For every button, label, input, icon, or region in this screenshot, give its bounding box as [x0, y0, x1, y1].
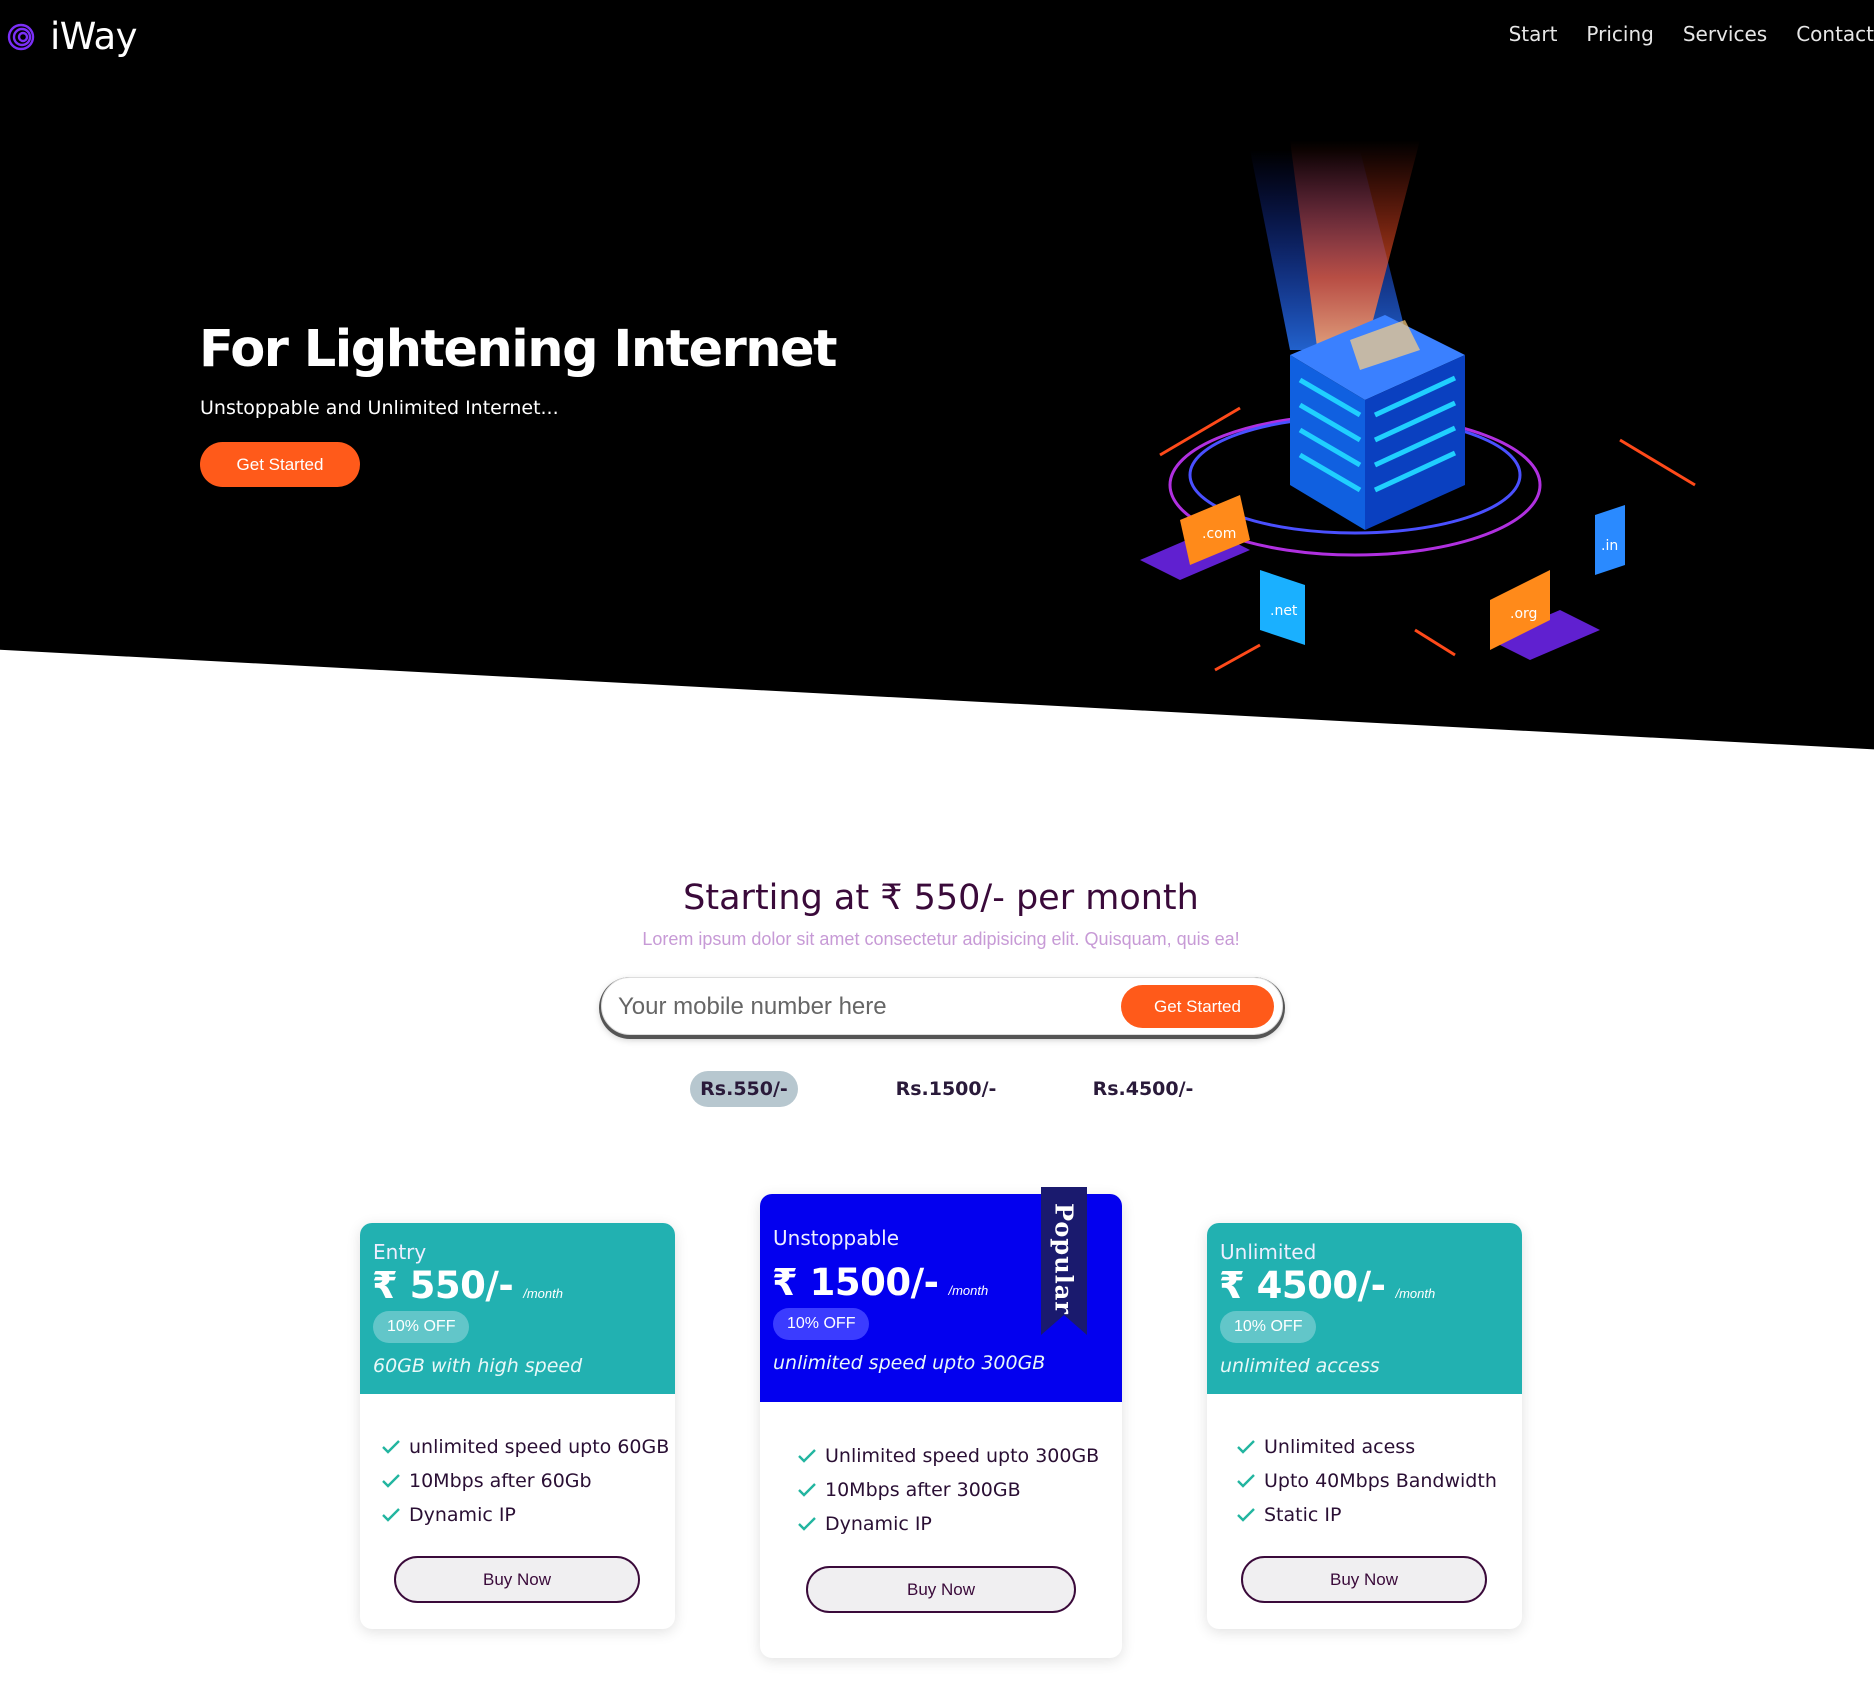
plan-price-row: ₹ 4500/- /month [1219, 1264, 1435, 1307]
check-icon [382, 1474, 400, 1488]
feature-item: 10Mbps after 300GB [798, 1473, 1099, 1507]
feature-item: 10Mbps after 60Gb [382, 1464, 669, 1498]
check-icon [798, 1449, 816, 1463]
nav-start[interactable]: Start [1509, 22, 1558, 46]
plan-card-unlimited: Unlimited ₹ 4500/- /month 10% OFF unlimi… [1207, 1223, 1522, 1629]
server-network-illustration: .com .net .org .in [1140, 140, 1696, 672]
check-icon [798, 1483, 816, 1497]
feature-list: Unlimited speed upto 300GB 10Mbps after … [798, 1439, 1099, 1541]
plan-period: /month [523, 1286, 563, 1301]
feature-item: Dynamic IP [382, 1498, 669, 1532]
pricing-heading: Starting at ₹ 550/- per month [683, 878, 1199, 918]
plan-name: Unstoppable [773, 1226, 900, 1250]
hero-get-started-button[interactable]: Get Started [200, 442, 360, 487]
feature-text: Dynamic IP [409, 1504, 516, 1526]
plan-period: /month [948, 1283, 989, 1298]
feature-list: Unlimited acess Upto 40Mbps Bandwidth St… [1237, 1430, 1497, 1532]
feature-item: Dynamic IP [798, 1507, 1099, 1541]
feature-item: Static IP [1237, 1498, 1497, 1532]
feature-text: Unlimited acess [1264, 1436, 1416, 1458]
plan-tagline: unlimited access [1220, 1355, 1380, 1377]
discount-badge: 10% OFF [373, 1311, 470, 1343]
buy-now-button[interactable]: Buy Now [1241, 1556, 1487, 1603]
price-tab-4500[interactable]: Rs.4500/- [1083, 1071, 1203, 1107]
plan-period: /month [1395, 1286, 1436, 1301]
brand-name: iWay [50, 15, 138, 58]
nav-menu: Start Pricing Services Contact [1480, 22, 1874, 46]
plan-price: ₹ 550/- [372, 1264, 514, 1307]
hero-title: For Lightening Internet [199, 320, 838, 379]
check-icon [1237, 1440, 1255, 1454]
logo-swirl-icon [7, 23, 35, 50]
buy-now-button[interactable]: Buy Now [806, 1566, 1076, 1613]
feature-item: Unlimited speed upto 300GB [798, 1439, 1099, 1473]
popular-ribbon-label: Popular [1049, 1203, 1079, 1315]
feature-list: unlimited speed upto 60GB 10Mbps after 6… [382, 1430, 669, 1532]
illustration-label-in: .in [1601, 538, 1618, 554]
check-icon [798, 1517, 816, 1531]
plan-price: ₹ 1500/- [772, 1261, 939, 1304]
discount-badge: 10% OFF [773, 1308, 870, 1340]
feature-item: unlimited speed upto 60GB [382, 1430, 669, 1464]
illustration-label-com: .com [1202, 526, 1236, 542]
plan-name: Entry [373, 1240, 427, 1264]
feature-text: Dynamic IP [825, 1513, 932, 1535]
feature-text: 10Mbps after 300GB [825, 1479, 1021, 1501]
feature-text: unlimited speed upto 60GB [409, 1436, 670, 1458]
illustration-label-org: .org [1510, 606, 1537, 622]
check-icon [382, 1440, 400, 1454]
check-icon [382, 1508, 400, 1522]
discount-badge: 10% OFF [1220, 1311, 1317, 1343]
price-tab-1500[interactable]: Rs.1500/- [886, 1071, 1006, 1107]
illustration-label-net: .net [1270, 603, 1298, 619]
plan-tagline: unlimited speed upto 300GB [773, 1352, 1046, 1374]
plan-price: ₹ 4500/- [1219, 1264, 1386, 1307]
signup-get-started-button[interactable]: Get Started [1121, 985, 1274, 1028]
logo[interactable]: iWay [7, 15, 138, 58]
feature-item: Upto 40Mbps Bandwidth [1237, 1464, 1497, 1498]
price-tabs: Rs.550/- Rs.1500/- Rs.4500/- [0, 1071, 1874, 1107]
buy-now-button[interactable]: Buy Now [394, 1556, 640, 1603]
feature-text: Static IP [1264, 1504, 1342, 1526]
feature-text: Upto 40Mbps Bandwidth [1264, 1470, 1497, 1492]
plan-tagline: 60GB with high speed [373, 1355, 583, 1377]
nav-services[interactable]: Services [1683, 22, 1767, 46]
hero-subtitle: Unstoppable and Unlimited Internet... [200, 397, 559, 419]
plan-card-entry: Entry ₹ 550/- /month 10% OFF 60GB with h… [360, 1223, 675, 1629]
navbar: iWay Start Pricing Services Contact [0, 0, 1874, 76]
nav-contact[interactable]: Contact [1796, 22, 1874, 46]
feature-item: Unlimited acess [1237, 1430, 1497, 1464]
signup-bar: Get Started [601, 977, 1283, 1035]
feature-text: Unlimited speed upto 300GB [825, 1445, 1100, 1467]
plan-price-row: ₹ 550/- /month [372, 1264, 563, 1307]
pricing-subtitle: Lorem ipsum dolor sit amet consectetur a… [642, 929, 1240, 949]
plan-price-row: ₹ 1500/- /month [772, 1261, 988, 1304]
plan-name: Unlimited [1220, 1240, 1317, 1264]
nav-pricing[interactable]: Pricing [1586, 22, 1653, 46]
check-icon [1237, 1508, 1255, 1522]
check-icon [1237, 1474, 1255, 1488]
feature-text: 10Mbps after 60Gb [409, 1470, 592, 1492]
price-tab-550[interactable]: Rs.550/- [690, 1071, 798, 1107]
mobile-number-input[interactable] [616, 988, 1120, 1026]
